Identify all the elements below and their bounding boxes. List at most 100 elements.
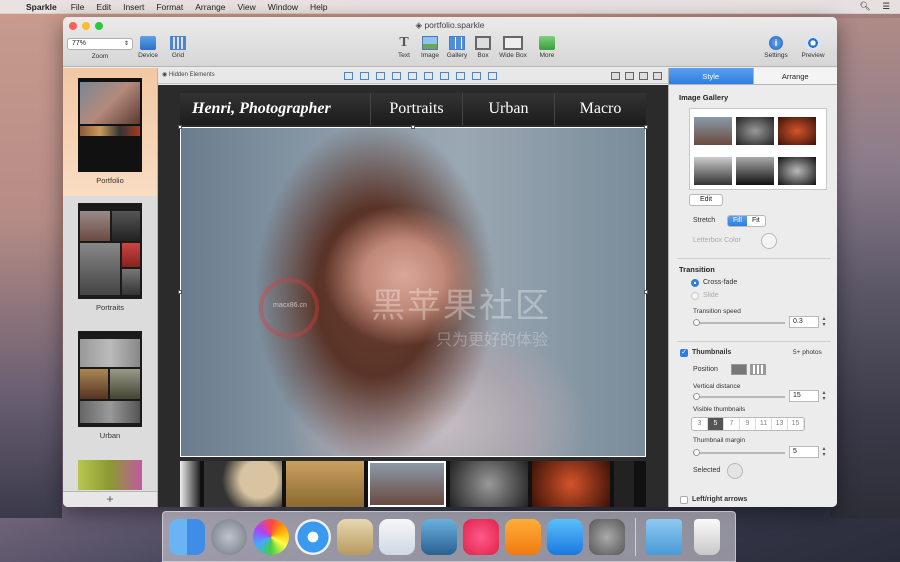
- film-thumb-selected[interactable]: [368, 461, 446, 507]
- iphoto-icon[interactable]: [421, 518, 457, 555]
- thumbnail-margin-input[interactable]: 5: [789, 446, 819, 458]
- downloads-folder-icon[interactable]: [646, 518, 682, 555]
- match-height-icon[interactable]: [488, 72, 497, 80]
- position-bottom-icon[interactable]: [731, 364, 747, 375]
- visible-thumbnails-option[interactable]: 7: [724, 418, 740, 430]
- slide-radio[interactable]: [691, 292, 699, 300]
- itunes-icon[interactable]: [463, 518, 499, 555]
- visible-thumbnails-option[interactable]: 11: [756, 418, 772, 430]
- safari-icon[interactable]: [295, 518, 331, 555]
- page-item-urban[interactable]: Urban: [63, 331, 157, 457]
- hidden-elements-toggle[interactable]: ◉ Hidden Elements: [162, 71, 215, 78]
- gallery-image[interactable]: [736, 117, 774, 145]
- slider-knob[interactable]: [693, 393, 700, 400]
- align-left-icon[interactable]: [344, 72, 353, 80]
- film-thumb[interactable]: [614, 461, 634, 507]
- system-preferences-icon[interactable]: [589, 518, 625, 555]
- gallery-image[interactable]: [778, 157, 816, 185]
- finder-icon[interactable]: [169, 518, 205, 555]
- distribute-horizontal-icon[interactable]: [440, 72, 449, 80]
- visible-thumbnails-option[interactable]: 13: [772, 418, 788, 430]
- more-button[interactable]: More: [530, 36, 564, 59]
- page-item-portraits[interactable]: Portraits: [63, 203, 157, 329]
- nav-link-macro[interactable]: Macro: [554, 93, 646, 125]
- letterbox-color-well[interactable]: [761, 233, 777, 249]
- slider-knob[interactable]: [693, 449, 700, 456]
- gallery-image[interactable]: [694, 117, 732, 145]
- app-store-icon[interactable]: [547, 518, 583, 555]
- add-page-button[interactable]: +: [63, 491, 157, 507]
- site-brand[interactable]: Henri, Photographer: [180, 100, 370, 118]
- align-right-icon[interactable]: [376, 72, 385, 80]
- edit-gallery-button[interactable]: Edit: [689, 194, 723, 206]
- crossfade-radio[interactable]: [691, 279, 699, 287]
- transition-speed-input[interactable]: 0.3: [789, 316, 819, 328]
- settings-button[interactable]: i Settings: [759, 36, 793, 59]
- menu-edit[interactable]: Edit: [90, 2, 117, 12]
- align-bottom-icon[interactable]: [424, 72, 433, 80]
- page-item-portfolio[interactable]: Portfolio: [63, 68, 157, 196]
- nav-link-portraits[interactable]: Portraits: [370, 93, 462, 125]
- page-item-macro[interactable]: [63, 460, 157, 490]
- film-thumb[interactable]: [204, 461, 282, 507]
- resize-handle[interactable]: [411, 125, 415, 129]
- menu-file[interactable]: File: [65, 2, 91, 12]
- mail-icon[interactable]: [337, 518, 373, 555]
- gallery-image[interactable]: [694, 157, 732, 185]
- selected-color-well[interactable]: [727, 463, 743, 479]
- resize-handle[interactable]: [644, 125, 648, 129]
- resize-handle[interactable]: [178, 290, 182, 294]
- bring-forward-icon[interactable]: [625, 72, 634, 80]
- resize-handle[interactable]: [178, 125, 182, 129]
- match-width-icon[interactable]: [472, 72, 481, 80]
- menu-arrange[interactable]: Arrange: [189, 2, 231, 12]
- spotlight-icon[interactable]: 🔍︎: [860, 1, 871, 12]
- stretch-fit-option[interactable]: Fit: [747, 216, 765, 226]
- menu-insert[interactable]: Insert: [117, 2, 150, 12]
- visible-thumbnails-option[interactable]: 5: [708, 418, 724, 430]
- zoom-select[interactable]: 77% ⇕: [67, 38, 133, 50]
- menu-format[interactable]: Format: [150, 2, 189, 12]
- stepper-icon[interactable]: ▴ ▾: [821, 446, 827, 458]
- visible-thumbnails-option[interactable]: 9: [740, 418, 756, 430]
- stepper-icon[interactable]: ▴ ▾: [821, 390, 827, 402]
- image-gallery-element[interactable]: 黑苹果社区 只为更好的体验 macx86.cn: [178, 125, 648, 457]
- position-grid-icon[interactable]: [750, 364, 766, 375]
- box-button[interactable]: Box: [466, 36, 500, 59]
- gallery-image[interactable]: [736, 157, 774, 185]
- launchpad-icon[interactable]: [211, 518, 247, 555]
- trash-icon[interactable]: [694, 518, 720, 555]
- tab-style[interactable]: Style: [669, 68, 753, 84]
- site-navigation[interactable]: Henri, Photographer Portraits Urban Macr…: [180, 93, 646, 125]
- distribute-vertical-icon[interactable]: [456, 72, 465, 80]
- thumbnail-margin-slider[interactable]: [693, 449, 785, 456]
- ibooks-icon[interactable]: [505, 518, 541, 555]
- device-button[interactable]: Device: [131, 36, 165, 59]
- slider-knob[interactable]: [693, 319, 700, 326]
- grid-button[interactable]: Grid: [161, 36, 195, 59]
- wide-box-button[interactable]: Wide Box: [496, 36, 530, 59]
- gallery-images-well[interactable]: [689, 108, 827, 190]
- vertical-distance-input[interactable]: 15: [789, 390, 819, 402]
- tab-arrange[interactable]: Arrange: [752, 68, 837, 84]
- align-center-icon[interactable]: [360, 72, 369, 80]
- menu-window[interactable]: Window: [262, 2, 304, 12]
- align-top-icon[interactable]: [392, 72, 401, 80]
- transition-speed-slider[interactable]: [693, 319, 785, 326]
- menu-view[interactable]: View: [232, 2, 262, 12]
- menu-app-name[interactable]: Sparkle: [22, 2, 65, 12]
- nav-link-urban[interactable]: Urban: [462, 93, 554, 125]
- bring-front-icon[interactable]: [611, 72, 620, 80]
- thumbnails-checkbox[interactable]: ✓: [680, 349, 688, 357]
- film-thumb[interactable]: [180, 461, 200, 507]
- align-middle-icon[interactable]: [408, 72, 417, 80]
- gallery-image[interactable]: [778, 117, 816, 145]
- visible-thumbnails-control[interactable]: 3 5 7 9 11 13 15: [691, 417, 805, 431]
- lr-arrows-checkbox[interactable]: [680, 496, 688, 504]
- resize-handle[interactable]: [644, 290, 648, 294]
- visible-thumbnails-option[interactable]: 3: [692, 418, 708, 430]
- photos-icon[interactable]: [253, 518, 289, 555]
- film-thumb[interactable]: [450, 461, 528, 507]
- send-backward-icon[interactable]: [639, 72, 648, 80]
- visible-thumbnails-option[interactable]: 15: [788, 418, 804, 430]
